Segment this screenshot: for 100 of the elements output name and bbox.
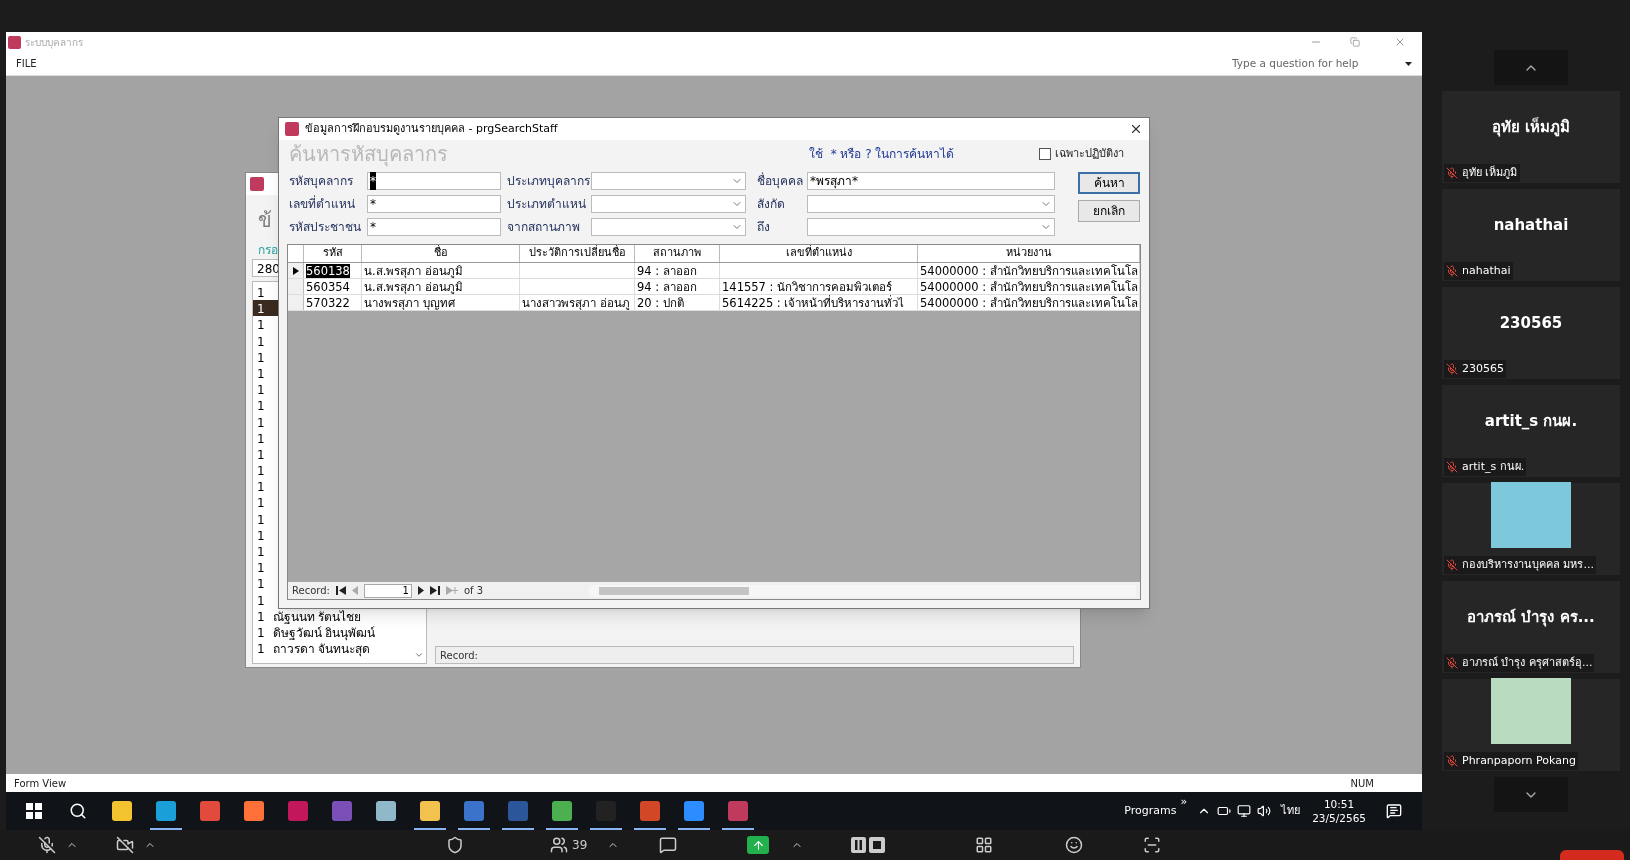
column-header[interactable]: เลขที่ตำแหน่ง xyxy=(720,245,918,262)
arrow-up-icon xyxy=(751,838,765,852)
dropdown-field[interactable] xyxy=(807,218,1055,236)
apps-icon[interactable] xyxy=(975,836,994,854)
dropdown-field[interactable] xyxy=(591,172,746,190)
reactions-icon[interactable] xyxy=(1065,836,1084,854)
app-icon[interactable] xyxy=(376,801,396,821)
app-icon[interactable] xyxy=(244,801,264,821)
column-header[interactable]: ชื่อ xyxy=(362,245,520,262)
first-record-icon[interactable] xyxy=(335,586,346,595)
dropdown-field[interactable] xyxy=(807,195,1055,213)
close-icon[interactable] xyxy=(1129,122,1143,136)
end-button[interactable] xyxy=(1560,850,1624,860)
chat-icon[interactable] xyxy=(659,836,678,854)
volume-icon[interactable] xyxy=(1257,804,1272,818)
last-record-icon[interactable] xyxy=(429,586,440,595)
app-icon[interactable] xyxy=(640,801,660,821)
column-header[interactable]: รหัส xyxy=(304,245,362,262)
app-icon[interactable] xyxy=(156,801,176,821)
field-label: สังกัด xyxy=(757,196,786,213)
help-search-field[interactable]: Type a question for help xyxy=(1232,55,1412,72)
list-cell-text: 1 xyxy=(257,608,265,624)
list-cell-text: ถาวรดา จันทนะสุด xyxy=(272,641,371,657)
list-row[interactable]: 1 ถาวรดา จันทนะสุด xyxy=(253,640,426,657)
clock-date: 23/5/2565 xyxy=(1312,811,1366,825)
scroll-down-icon[interactable] xyxy=(414,650,424,660)
field-label: เลขที่ตำแหน่ xyxy=(289,195,356,213)
new-record-icon[interactable] xyxy=(445,586,458,595)
column-header[interactable]: ประวัติการเปลี่ยนชื่อ xyxy=(520,245,635,262)
muted-mic-icon xyxy=(1446,657,1458,669)
clock[interactable]: 10:51 23/5/2565 xyxy=(1312,797,1366,825)
app-icon[interactable] xyxy=(684,801,704,821)
participant-tile[interactable]: Phranpaporn Pokang xyxy=(1442,679,1620,771)
participant-tile[interactable]: กองบริหารงานบุคคล มหร... xyxy=(1442,483,1620,575)
app-icon[interactable] xyxy=(728,801,748,821)
toolbar-label[interactable]: Programs xyxy=(1124,802,1177,820)
muted-mic-icon xyxy=(1446,559,1458,571)
app-icon[interactable] xyxy=(464,801,484,821)
list-cell-text: 1 xyxy=(257,624,265,641)
column-header[interactable]: หน่วยงาน xyxy=(918,245,1140,262)
table-cell: 560354 xyxy=(306,280,350,294)
participants-icon[interactable] xyxy=(550,836,568,854)
restore-icon[interactable] xyxy=(1350,37,1360,47)
windows-start-icon[interactable] xyxy=(26,803,42,819)
table-cell: น.ส.พรสุภา อ่อนภูมิ xyxy=(364,280,463,294)
video-off-icon[interactable] xyxy=(116,836,134,854)
column-header[interactable]: สถานภาพ xyxy=(635,245,720,262)
menu-item[interactable]: FILE xyxy=(16,56,37,71)
input-field[interactable]: * xyxy=(367,218,501,236)
participant-tile[interactable]: อุทัย เห็มภูมิ อุทัย เห็มภูมิ xyxy=(1442,91,1620,183)
participant-tile[interactable]: artit_s กนผ. artit_s กนผ. xyxy=(1442,385,1620,477)
list-cell-text: 1 xyxy=(257,349,265,365)
share-screen-button[interactable] xyxy=(747,836,770,854)
participant-tile[interactable]: nahathai nahathai xyxy=(1442,189,1620,281)
table-cell: 54000000 : สำนักวิทยบริการและเทคโนโล xyxy=(920,264,1138,278)
battery-icon[interactable] xyxy=(1217,804,1232,818)
input-field[interactable]: * xyxy=(367,172,501,190)
app-icon[interactable] xyxy=(200,801,220,821)
list-row[interactable]: 1 ดิษฐวัฒน์ อินนุพัฒน์ xyxy=(253,623,426,641)
table-cell: 54000000 : สำนักวิทยบริการและเทคโนโล xyxy=(920,280,1138,294)
status-text: Form View xyxy=(14,776,67,791)
search-icon[interactable] xyxy=(69,802,87,820)
app-icon[interactable] xyxy=(288,801,308,821)
dropdown-field[interactable] xyxy=(591,195,746,213)
app-icon[interactable] xyxy=(332,801,352,821)
table-cell: 570322 xyxy=(306,296,350,310)
checkbox[interactable] xyxy=(1039,148,1051,160)
pause-stop-icon[interactable] xyxy=(851,837,886,853)
dropdown-field[interactable] xyxy=(591,218,746,236)
toolbar-expand[interactable]: » xyxy=(1180,794,1188,811)
record-number-field[interactable]: 1 xyxy=(363,583,412,598)
field-value: *พรสุภา* xyxy=(810,173,858,190)
horizontal-scrollbar[interactable] xyxy=(589,584,1136,597)
row-selector[interactable] xyxy=(288,263,304,278)
dialog-button[interactable]: ยกเลิก xyxy=(1078,200,1140,222)
dialog-button[interactable]: ค้นหา xyxy=(1078,172,1140,194)
muted-mic-icon[interactable] xyxy=(38,836,56,854)
participant-label-text: กองบริหารงานบุคคล มหร... xyxy=(1462,556,1594,573)
security-icon[interactable] xyxy=(446,836,464,854)
language-indicator[interactable]: ไทย xyxy=(1281,802,1301,820)
participant-name: อาภรณ์ บำรุง คร... xyxy=(1467,606,1595,629)
next-record-icon[interactable] xyxy=(417,586,424,595)
app-icon[interactable] xyxy=(420,801,440,821)
form-heading: ข้ xyxy=(258,207,272,234)
list-row[interactable]: 1 ณัฐนนท รัตนไชย xyxy=(253,607,426,624)
current-row-icon xyxy=(292,266,299,275)
participant-tile[interactable]: อาภรณ์ บำรุง คร... อาภรณ์ บำรุง ครุศาสตร์อุ... xyxy=(1442,581,1620,673)
input-field[interactable]: * xyxy=(367,195,501,213)
participant-name: artit_s กนผ. xyxy=(1484,410,1578,432)
notifications-icon[interactable] xyxy=(1386,803,1402,819)
app-icon[interactable] xyxy=(112,801,132,821)
muted-mic-icon xyxy=(1446,755,1458,767)
participant-tile[interactable]: 230565 230565 xyxy=(1442,287,1620,379)
app-icon[interactable] xyxy=(552,801,572,821)
app-icon[interactable] xyxy=(508,801,528,821)
previous-record-icon[interactable] xyxy=(351,586,358,595)
dropdown-caret-icon[interactable] xyxy=(1405,61,1412,66)
participant-label-text: 230565 xyxy=(1462,360,1504,377)
input-field[interactable]: *พรสุภา* xyxy=(807,172,1055,190)
field-value: * xyxy=(370,172,376,190)
